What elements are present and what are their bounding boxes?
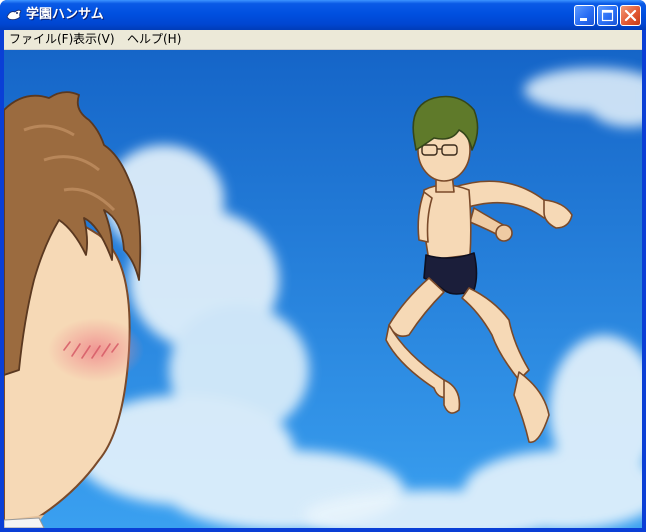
- title-bar[interactable]: 学園ハンサム: [0, 0, 646, 30]
- menu-help[interactable]: ヘルプ(H): [124, 30, 184, 49]
- minimize-button[interactable]: [574, 5, 595, 26]
- minimize-icon: [580, 18, 587, 21]
- app-icon: [6, 9, 22, 21]
- game-window: 学園ハンサム ファイル(F) 表示(V) ヘルプ(H): [0, 0, 646, 532]
- close-button[interactable]: [620, 5, 641, 26]
- menu-file[interactable]: ファイル(F): [6, 30, 76, 49]
- scene-illustration: [4, 50, 642, 528]
- close-icon: [624, 9, 637, 22]
- game-scene[interactable]: [4, 50, 642, 528]
- maximize-button[interactable]: [597, 5, 618, 26]
- menu-bar: ファイル(F) 表示(V) ヘルプ(H): [4, 30, 642, 50]
- maximize-icon: [601, 9, 614, 22]
- window-title: 学園ハンサム: [26, 7, 104, 22]
- menu-view[interactable]: 表示(V): [70, 30, 118, 49]
- blush-mark: [48, 318, 144, 382]
